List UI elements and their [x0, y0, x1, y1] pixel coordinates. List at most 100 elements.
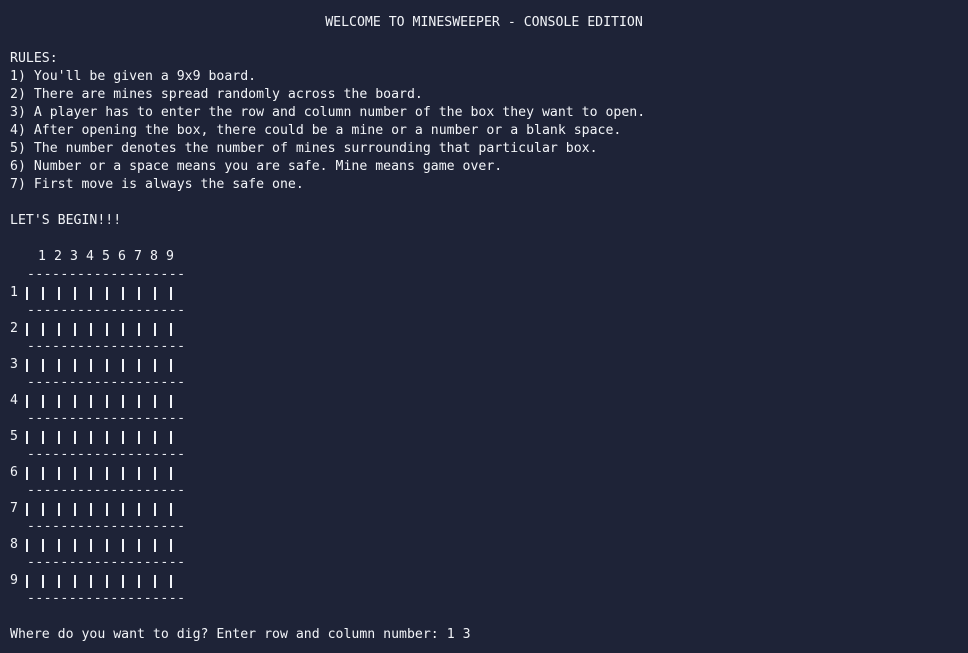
board-cell[interactable]: [92, 464, 106, 482]
board-cell[interactable]: [156, 572, 170, 590]
board-cell[interactable]: [108, 356, 122, 374]
board-cell[interactable]: [124, 572, 138, 590]
board-cell[interactable]: [28, 392, 42, 410]
board-cell[interactable]: [108, 284, 122, 302]
board-cell[interactable]: [44, 572, 58, 590]
board-cell[interactable]: [76, 572, 90, 590]
board-cell[interactable]: [28, 464, 42, 482]
cell-border: [170, 286, 172, 300]
board-cell[interactable]: [124, 284, 138, 302]
board-cell[interactable]: [92, 428, 106, 446]
board-cell[interactable]: [156, 356, 170, 374]
board-cell[interactable]: [108, 392, 122, 410]
board-cell[interactable]: [124, 536, 138, 554]
board-cell[interactable]: [76, 392, 90, 410]
board-cell[interactable]: [76, 284, 90, 302]
board-cell[interactable]: [28, 356, 42, 374]
board-cell[interactable]: [92, 356, 106, 374]
board-cell[interactable]: [140, 536, 154, 554]
board-cell[interactable]: [108, 572, 122, 590]
board-cell[interactable]: [108, 428, 122, 446]
board-cell[interactable]: [92, 500, 106, 518]
board-cells: [26, 320, 172, 338]
board-cell[interactable]: [60, 284, 74, 302]
board-cell[interactable]: [156, 392, 170, 410]
board-cell[interactable]: [28, 320, 42, 338]
board-cell[interactable]: [44, 500, 58, 518]
board-cell[interactable]: [60, 500, 74, 518]
board-cell[interactable]: [92, 392, 106, 410]
board-cell[interactable]: [108, 536, 122, 554]
board-cell[interactable]: [44, 536, 58, 554]
board-cell[interactable]: [156, 500, 170, 518]
board-cell[interactable]: [124, 320, 138, 338]
board-cell[interactable]: [108, 464, 122, 482]
board-cell[interactable]: [92, 536, 106, 554]
board-cell[interactable]: [156, 536, 170, 554]
board-cell[interactable]: [92, 572, 106, 590]
board-cell[interactable]: [44, 356, 58, 374]
board-cells: [26, 500, 172, 518]
rule-4: 4) After opening the box, there could be…: [10, 123, 622, 138]
board-cell[interactable]: [60, 464, 74, 482]
dig-prompt-text: Where do you want to dig? Enter row and …: [10, 627, 447, 642]
board-cell[interactable]: [44, 464, 58, 482]
board-cell[interactable]: [124, 428, 138, 446]
board-cell[interactable]: [92, 320, 106, 338]
board-cell[interactable]: [156, 428, 170, 446]
board-cell[interactable]: [156, 464, 170, 482]
board-cell[interactable]: [76, 500, 90, 518]
board-cell[interactable]: [28, 500, 42, 518]
cell-border: [170, 574, 172, 588]
board-cell[interactable]: [92, 284, 106, 302]
dig-input[interactable]: 1 3: [447, 626, 471, 644]
board-cell[interactable]: [140, 464, 154, 482]
board-cell[interactable]: [76, 536, 90, 554]
board-cells: [26, 428, 172, 446]
board-cell[interactable]: [124, 464, 138, 482]
board-cell[interactable]: [140, 320, 154, 338]
cell-border: [170, 430, 172, 444]
board-cell[interactable]: [44, 284, 58, 302]
board-cell[interactable]: [44, 392, 58, 410]
board-cell[interactable]: [28, 284, 42, 302]
board-cell[interactable]: [60, 392, 74, 410]
board-cell[interactable]: [60, 572, 74, 590]
board-cell[interactable]: [108, 500, 122, 518]
board-cell[interactable]: [140, 392, 154, 410]
dig-prompt[interactable]: Where do you want to dig? Enter row and …: [10, 626, 958, 644]
board-cell[interactable]: [28, 536, 42, 554]
board-cell[interactable]: [140, 572, 154, 590]
board-cell[interactable]: [156, 284, 170, 302]
board-cell[interactable]: [124, 392, 138, 410]
board-cell[interactable]: [140, 428, 154, 446]
board-cell[interactable]: [44, 320, 58, 338]
cell-border: [170, 502, 172, 516]
board-cell[interactable]: [28, 572, 42, 590]
board-cell[interactable]: [124, 356, 138, 374]
board-cell[interactable]: [140, 356, 154, 374]
board-cell[interactable]: [76, 464, 90, 482]
board-cell[interactable]: [60, 428, 74, 446]
board-cell[interactable]: [140, 500, 154, 518]
board-cell[interactable]: [140, 284, 154, 302]
cell-border: [170, 466, 172, 480]
board-cell[interactable]: [44, 428, 58, 446]
board-row: 5: [10, 428, 958, 446]
board-separator: -------------------: [27, 375, 186, 390]
board-row: 7: [10, 500, 958, 518]
game-title: WELCOME TO MINESWEEPER - CONSOLE EDITION: [325, 15, 643, 30]
board-cell[interactable]: [76, 320, 90, 338]
board-cell[interactable]: [60, 536, 74, 554]
board-cell[interactable]: [76, 428, 90, 446]
board-cell[interactable]: [124, 500, 138, 518]
board-cell[interactable]: [28, 428, 42, 446]
row-number: 8: [10, 537, 18, 552]
board-cell[interactable]: [60, 356, 74, 374]
board-cell[interactable]: [156, 320, 170, 338]
board-cell[interactable]: [108, 320, 122, 338]
board-cell[interactable]: [60, 320, 74, 338]
column-number: 6: [118, 249, 126, 264]
board-row: 4: [10, 392, 958, 410]
board-cell[interactable]: [76, 356, 90, 374]
